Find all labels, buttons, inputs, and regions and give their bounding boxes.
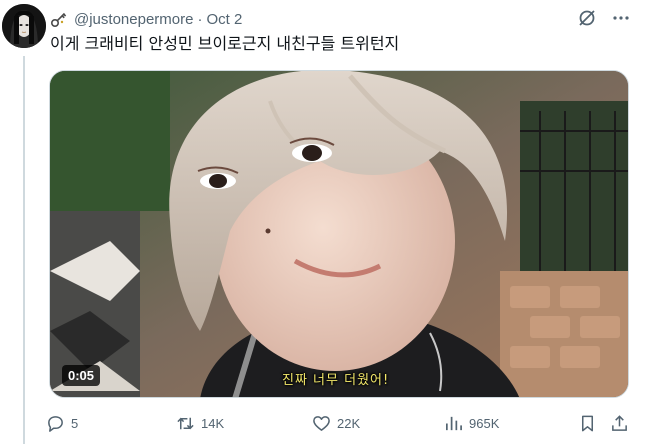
- video-subtitle: 진짜 너무 더웠어!: [282, 373, 390, 388]
- tweet-text: 이게 크래비티 안성민 브이로근지 내친구들 트위턴지: [50, 34, 400, 53]
- user-handle[interactable]: @justonepermore: [74, 11, 193, 28]
- thread-line: [23, 56, 25, 444]
- avatar[interactable]: [2, 4, 46, 48]
- tweet-actions: 5 14K 22K 965K: [46, 414, 636, 436]
- bookmark-icon: [581, 415, 594, 432]
- more-icon[interactable]: [611, 8, 631, 28]
- view-count: 965K: [469, 416, 500, 431]
- tweet-header: @justonepermore · Oct 2: [50, 9, 242, 29]
- retweet-button[interactable]: 14K: [176, 414, 224, 433]
- top-actions: [577, 8, 631, 28]
- retweet-count: 14K: [201, 416, 225, 431]
- reply-count: 5: [71, 416, 79, 431]
- video-timestamp: 0:05: [62, 365, 101, 386]
- reply-button[interactable]: 5: [46, 414, 78, 433]
- like-icon: [313, 416, 330, 431]
- bookmark-button[interactable]: [578, 414, 597, 433]
- views-button[interactable]: 965K: [444, 414, 499, 433]
- video-player[interactable]: 진짜 너무 더웠어! 0:05: [49, 70, 629, 398]
- like-count: 22K: [337, 416, 361, 431]
- like-button[interactable]: 22K: [312, 414, 360, 433]
- grok-icon[interactable]: [577, 8, 597, 28]
- tweet-date[interactable]: Oct 2: [206, 11, 242, 28]
- views-icon: [445, 416, 462, 431]
- header-separator: ·: [197, 10, 203, 28]
- share-button[interactable]: [610, 414, 629, 433]
- video-frame: [50, 71, 628, 397]
- retweet-icon: [177, 417, 194, 430]
- key-icon: [50, 10, 68, 28]
- share-icon: [612, 415, 627, 431]
- reply-icon: [48, 416, 63, 432]
